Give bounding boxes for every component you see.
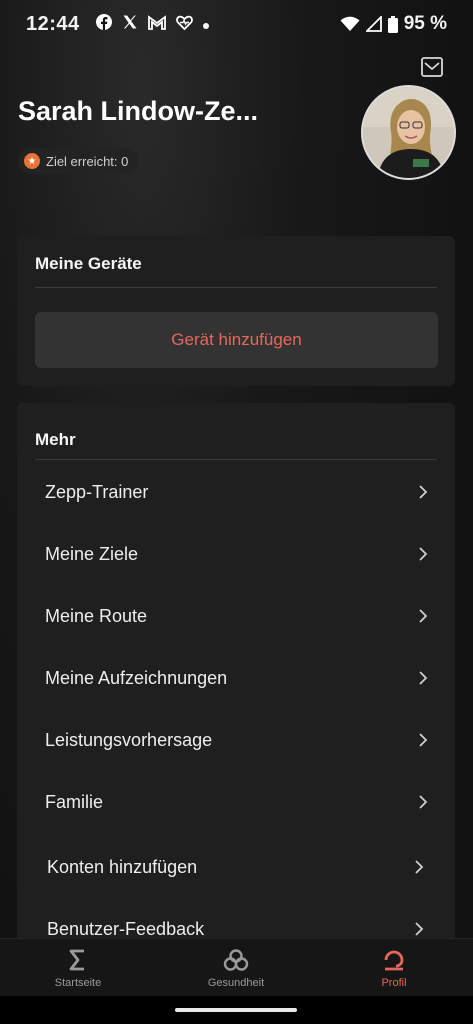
more-card: Mehr Zepp-Trainer Meine Ziele Meine Rout… xyxy=(17,403,455,963)
nav-label-health: Gesundheit xyxy=(207,977,265,989)
signal-icon xyxy=(365,16,382,32)
menu-item-family[interactable]: Familie xyxy=(17,771,455,833)
chevron-right-icon xyxy=(419,547,428,561)
chevron-right-icon xyxy=(419,485,428,499)
menu-item-label: Konten hinzufügen xyxy=(47,856,198,877)
mail-icon[interactable] xyxy=(421,57,443,77)
notification-icons xyxy=(95,14,209,34)
more-title: Mehr xyxy=(35,430,76,449)
dot-icon xyxy=(202,16,209,33)
status-bar: 12:44 95 % xyxy=(0,0,473,48)
menu-item-my-records[interactable]: Meine Aufzeichnungen xyxy=(17,647,455,709)
health-icon xyxy=(223,949,249,971)
goal-badge[interactable]: ★ Ziel erreicht: 0 xyxy=(18,148,139,174)
gmail-icon xyxy=(147,14,166,34)
menu-item-label: Zepp-Trainer xyxy=(45,481,149,502)
x-icon xyxy=(122,14,138,34)
battery-icon xyxy=(387,15,398,33)
gesture-handle[interactable] xyxy=(175,1008,297,1012)
nav-label-home: Startseite xyxy=(54,977,102,989)
menu-item-label: Meine Aufzeichnungen xyxy=(45,667,228,688)
menu-item-my-route[interactable]: Meine Route xyxy=(17,585,455,647)
goal-badge-label: Ziel erreicht: 0 xyxy=(46,153,129,169)
profile-screen: 12:44 95 % Sarah Lindow-Ze... ★ Ziel err… xyxy=(0,0,473,1024)
nav-tab-health[interactable]: Gesundheit xyxy=(176,939,296,997)
menu-item-my-goals[interactable]: Meine Ziele xyxy=(17,523,455,585)
sigma-icon xyxy=(69,949,84,971)
chevron-right-icon xyxy=(419,609,428,623)
devices-title: Meine Geräte xyxy=(35,254,142,273)
profile-name[interactable]: Sarah Lindow-Ze... xyxy=(18,96,258,127)
system-icons: 95 % xyxy=(340,13,447,35)
wifi-icon xyxy=(340,16,360,32)
gesture-bar xyxy=(0,996,473,1024)
chevron-right-icon xyxy=(419,671,428,685)
bottom-navigation: Startseite Gesundheit Profil xyxy=(0,938,473,996)
health-heart-icon xyxy=(175,15,193,34)
chevron-right-icon xyxy=(415,860,424,874)
status-time: 12:44 xyxy=(26,12,80,35)
menu-item-label: Leistungsvorhersage xyxy=(45,729,213,750)
battery-percent: 95 % xyxy=(403,13,447,34)
chevron-right-icon xyxy=(419,795,428,809)
chevron-right-icon xyxy=(415,922,424,936)
avatar[interactable] xyxy=(361,85,456,180)
menu-item-performance-prediction[interactable]: Leistungsvorhersage xyxy=(17,709,455,771)
menu-item-zepp-trainer[interactable]: Zepp-Trainer xyxy=(17,461,455,523)
menu-item-label: Familie xyxy=(45,791,104,812)
chevron-right-icon xyxy=(419,733,428,747)
add-device-button[interactable]: Gerät hinzufügen xyxy=(35,312,438,368)
menu-item-add-accounts[interactable]: Konten hinzufügen xyxy=(17,836,455,898)
menu-item-label: Benutzer-Feedback xyxy=(47,918,205,939)
devices-card: Meine Geräte Gerät hinzufügen xyxy=(17,236,455,386)
more-divider xyxy=(35,459,437,460)
devices-divider xyxy=(35,287,437,288)
profile-icon xyxy=(384,950,404,971)
nav-tab-home[interactable]: Startseite xyxy=(18,939,138,997)
menu-item-label: Meine Route xyxy=(45,605,148,626)
nav-label-profile: Profil xyxy=(381,977,407,989)
star-icon: ★ xyxy=(24,153,40,169)
nav-tab-profile[interactable]: Profil xyxy=(334,939,454,997)
facebook-icon xyxy=(95,14,112,34)
menu-item-label: Meine Ziele xyxy=(45,543,139,564)
